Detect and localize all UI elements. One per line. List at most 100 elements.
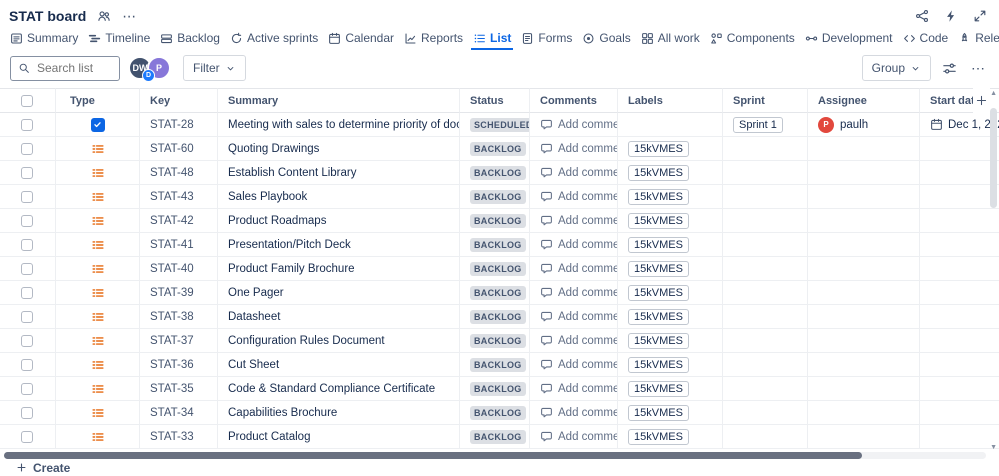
status-badge[interactable]: BACKLOG [470, 189, 526, 204]
column-header-type[interactable]: Type [56, 88, 140, 113]
tab-list[interactable]: List [471, 28, 513, 50]
status-badge[interactable]: BACKLOG [470, 237, 526, 252]
add-comment-button[interactable]: Add comment [540, 334, 617, 347]
status-badge[interactable]: BACKLOG [470, 261, 526, 276]
label-chip[interactable]: 15kVMES [628, 404, 689, 421]
label-chip[interactable]: 15kVMES [628, 428, 689, 445]
share-icon[interactable] [915, 9, 929, 23]
tab-timeline[interactable]: Timeline [86, 28, 152, 50]
row-checkbox[interactable] [21, 310, 33, 323]
add-comment-button[interactable]: Add comment [540, 118, 617, 131]
column-header-labels[interactable]: Labels [618, 88, 723, 113]
view-settings-button[interactable] [939, 58, 960, 79]
row-checkbox[interactable] [21, 358, 33, 371]
add-comment-button[interactable]: Add comment [540, 406, 617, 419]
issue-row[interactable]: STAT-48 Establish Content Library BACKLOG A… [0, 161, 999, 185]
tab-forms[interactable]: Forms [519, 28, 574, 50]
issue-row[interactable]: STAT-37 Configuration Rules Document BACKL… [0, 329, 999, 353]
select-all-checkbox[interactable] [21, 94, 33, 107]
tab-all-work[interactable]: All work [639, 28, 702, 50]
tab-summary[interactable]: Summary [8, 28, 80, 50]
issue-row[interactable]: STAT-33 Product Catalog BACKLOG Add comment… [0, 425, 999, 449]
status-badge[interactable]: BACKLOG [470, 165, 526, 180]
add-comment-button[interactable]: Add comment [540, 310, 617, 323]
row-checkbox[interactable] [21, 166, 33, 179]
tab-reports[interactable]: Reports [402, 28, 465, 50]
issue-row[interactable]: STAT-34 Capabilities Brochure BACKLOG Add c… [0, 401, 999, 425]
start-date[interactable]: Dec 1, 2025 [930, 118, 999, 131]
row-checkbox[interactable] [21, 286, 33, 299]
row-checkbox[interactable] [21, 262, 33, 275]
status-badge[interactable]: BACKLOG [470, 213, 526, 228]
label-chip[interactable]: 15kVMES [628, 236, 689, 253]
tab-development[interactable]: Development [803, 28, 895, 50]
tab-goals[interactable]: Goals [580, 28, 632, 50]
add-comment-button[interactable]: Add comment [540, 214, 617, 227]
automation-lightning-icon[interactable] [944, 9, 958, 23]
label-chip[interactable]: 15kVMES [628, 332, 689, 349]
vertical-scrollbar-thumb[interactable] [990, 108, 997, 208]
row-checkbox[interactable] [21, 238, 33, 251]
search-input[interactable] [35, 60, 112, 76]
status-badge[interactable]: BACKLOG [470, 285, 526, 300]
column-header-status[interactable]: Status [460, 88, 530, 113]
issue-row[interactable]: STAT-36 Cut Sheet BACKLOG Add comment 15kVME… [0, 353, 999, 377]
issue-summary[interactable]: One Pager [228, 287, 284, 299]
label-chip[interactable]: 15kVMES [628, 188, 689, 205]
row-checkbox[interactable] [21, 118, 33, 131]
label-chip[interactable]: 15kVMES [628, 260, 689, 277]
label-chip[interactable]: 15kVMES [628, 164, 689, 181]
issue-row[interactable]: STAT-35 Code & Standard Compliance Certif… [0, 377, 999, 401]
issue-summary[interactable]: Presentation/Pitch Deck [228, 239, 351, 251]
issue-row[interactable]: STAT-60 Quoting Drawings BACKLOG Add commen… [0, 137, 999, 161]
column-header-key[interactable]: Key [140, 88, 218, 113]
issue-summary[interactable]: Meeting with sales to determine priority… [228, 119, 459, 131]
column-header-summary[interactable]: Summary [218, 88, 460, 113]
label-chip[interactable]: 15kVMES [628, 308, 689, 325]
group-button[interactable]: Group [861, 55, 931, 81]
issue-summary[interactable]: Cut Sheet [228, 359, 279, 371]
add-comment-button[interactable]: Add comment [540, 286, 617, 299]
scroll-down-arrow[interactable]: ▼ [990, 444, 997, 451]
create-button[interactable]: Create [10, 460, 76, 476]
status-badge[interactable]: SCHEDULED [470, 117, 529, 132]
avatar-group[interactable]: DW P D [128, 56, 175, 82]
status-badge[interactable]: BACKLOG [470, 141, 526, 156]
add-comment-button[interactable]: Add comment [540, 358, 617, 371]
tab-active-sprints[interactable]: Active sprints [228, 28, 320, 50]
status-badge[interactable]: BACKLOG [470, 381, 526, 396]
issue-row[interactable]: STAT-39 One Pager BACKLOG Add comment 15kVME… [0, 281, 999, 305]
add-comment-button[interactable]: Add comment [540, 238, 617, 251]
filter-button[interactable]: Filter [183, 55, 246, 81]
status-badge[interactable]: BACKLOG [470, 333, 526, 348]
add-comment-button[interactable]: Add comment [540, 382, 617, 395]
row-checkbox[interactable] [21, 406, 33, 419]
status-badge[interactable]: BACKLOG [470, 405, 526, 420]
issue-summary[interactable]: Establish Content Library [228, 167, 356, 179]
row-checkbox[interactable] [21, 142, 33, 155]
issue-summary[interactable]: Product Roadmaps [228, 215, 326, 227]
issue-summary[interactable]: Capabilities Brochure [228, 407, 337, 419]
add-comment-button[interactable]: Add comment [540, 430, 617, 443]
horizontal-scrollbar-thumb[interactable] [4, 452, 862, 459]
tab-calendar[interactable]: Calendar [326, 28, 396, 50]
add-comment-button[interactable]: Add comment [540, 190, 617, 203]
issue-summary[interactable]: Product Catalog [228, 431, 310, 443]
people-icon[interactable] [97, 9, 111, 23]
row-checkbox[interactable] [21, 382, 33, 395]
row-checkbox[interactable] [21, 190, 33, 203]
add-comment-button[interactable]: Add comment [540, 262, 617, 275]
issue-summary[interactable]: Product Family Brochure [228, 263, 355, 275]
tab-components[interactable]: Components [708, 28, 797, 50]
tab-code[interactable]: Code [901, 28, 951, 50]
issue-summary[interactable]: Sales Playbook [228, 191, 307, 203]
label-chip[interactable]: 15kVMES [628, 284, 689, 301]
add-comment-button[interactable]: Add comment [540, 166, 617, 179]
column-header-assignee[interactable]: Assignee [808, 88, 920, 113]
column-header-sprint[interactable]: Sprint [723, 88, 808, 113]
row-checkbox[interactable] [21, 334, 33, 347]
label-chip[interactable]: 15kVMES [628, 140, 689, 157]
issue-row[interactable]: STAT-42 Product Roadmaps BACKLOG Add commen… [0, 209, 999, 233]
list-more-options-button[interactable]: ⋯ [968, 60, 989, 76]
sprint-chip[interactable]: Sprint 1 [733, 116, 783, 133]
